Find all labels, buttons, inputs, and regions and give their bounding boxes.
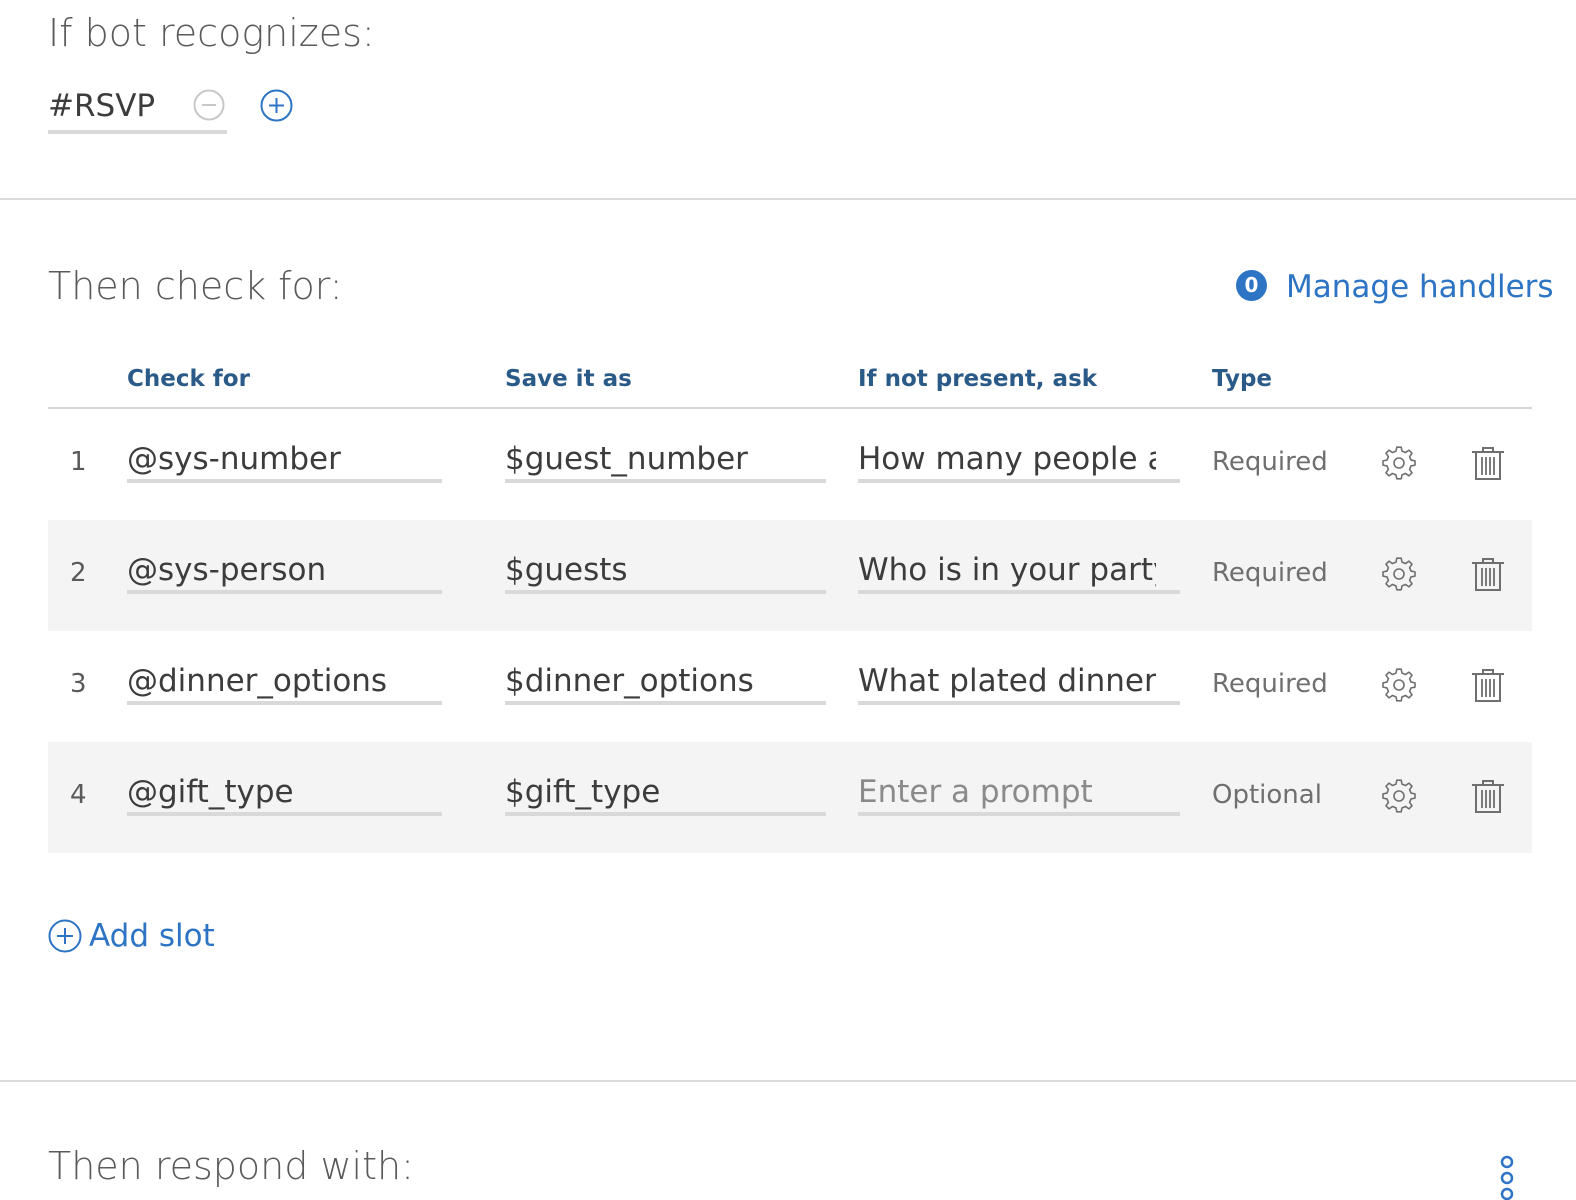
slot-row: 1 @sys-number $guest_number How many peo… <box>48 409 1532 520</box>
prompt-input[interactable]: Who is in your party? <box>858 546 1180 594</box>
check-for-value: @sys-number <box>127 441 341 477</box>
prompt-value: What plated dinner w <box>858 663 1156 699</box>
check-for-value: @gift_type <box>127 774 294 810</box>
minus-circle-icon[interactable] <box>193 89 225 121</box>
save-as-input[interactable]: $guests <box>505 546 826 594</box>
check-for-input[interactable]: @gift_type <box>127 768 442 816</box>
slot-number: 4 <box>70 780 87 810</box>
intent-condition-value: #RSVP <box>48 88 156 124</box>
slot-type-toggle[interactable]: Required <box>1212 445 1328 479</box>
manage-handlers-link[interactable]: Manage handlers <box>1286 266 1554 308</box>
column-header-check-for: Check for <box>127 366 250 392</box>
check-for-input[interactable]: @sys-person <box>127 546 442 594</box>
save-as-input[interactable]: $dinner_options <box>505 657 826 705</box>
check-heading: Then check for: <box>48 264 343 308</box>
prompt-placeholder: Enter a prompt <box>858 774 1093 810</box>
prompt-input[interactable]: What plated dinner w <box>858 657 1180 705</box>
column-header-save-as: Save it as <box>505 366 632 392</box>
check-for-input[interactable]: @dinner_options <box>127 657 442 705</box>
slot-row: 3 @dinner_options $dinner_options What p… <box>48 631 1532 742</box>
column-header-ask: If not present, ask <box>858 366 1098 392</box>
plus-circle-icon[interactable] <box>260 89 293 122</box>
slot-type-toggle[interactable]: Required <box>1212 556 1328 590</box>
add-slot-label: Add slot <box>89 918 215 954</box>
save-as-value: $gift_type <box>505 774 661 810</box>
gear-icon[interactable] <box>1382 779 1416 813</box>
save-as-input[interactable]: $guest_number <box>505 435 826 483</box>
save-as-input[interactable]: $gift_type <box>505 768 826 816</box>
prompt-value: Who is in your party? <box>858 552 1156 588</box>
slot-editor-page: If bot recognizes: #RSVP Then check for:… <box>0 0 1576 1200</box>
gear-icon[interactable] <box>1382 557 1416 591</box>
trash-icon[interactable] <box>1470 667 1506 703</box>
gear-icon[interactable] <box>1382 446 1416 480</box>
prompt-value: How many people are <box>858 441 1156 477</box>
trash-icon[interactable] <box>1470 445 1506 481</box>
handlers-count-badge: 0 <box>1236 270 1267 301</box>
trash-icon[interactable] <box>1470 556 1506 592</box>
check-for-value: @sys-person <box>127 552 327 588</box>
save-as-value: $guests <box>505 552 628 588</box>
recognize-section: If bot recognizes: #RSVP <box>0 0 1576 200</box>
prompt-input[interactable]: Enter a prompt <box>858 768 1180 816</box>
save-as-value: $guest_number <box>505 441 748 477</box>
slot-type-toggle[interactable]: Optional <box>1212 778 1322 812</box>
plus-circle-icon <box>48 919 82 953</box>
slot-number: 1 <box>70 447 87 477</box>
prompt-input[interactable]: How many people are <box>858 435 1180 483</box>
slot-number: 3 <box>70 669 87 699</box>
slot-row: 2 @sys-person $guests Who is in your par… <box>48 520 1532 631</box>
slot-type-toggle[interactable]: Required <box>1212 667 1328 701</box>
column-header-type: Type <box>1212 366 1273 392</box>
section-divider <box>0 1080 1576 1082</box>
check-for-input[interactable]: @sys-number <box>127 435 442 483</box>
recognize-heading: If bot recognizes: <box>48 11 375 55</box>
check-for-value: @dinner_options <box>127 663 388 699</box>
gear-icon[interactable] <box>1382 668 1416 702</box>
slot-number: 2 <box>70 558 87 588</box>
save-as-value: $dinner_options <box>505 663 754 699</box>
overflow-menu-icon[interactable] <box>1496 1152 1518 1200</box>
trash-icon[interactable] <box>1470 778 1506 814</box>
slot-row: 4 @gift_type $gift_type Enter a prompt O… <box>48 742 1532 853</box>
respond-heading: Then respond with: <box>48 1144 414 1188</box>
